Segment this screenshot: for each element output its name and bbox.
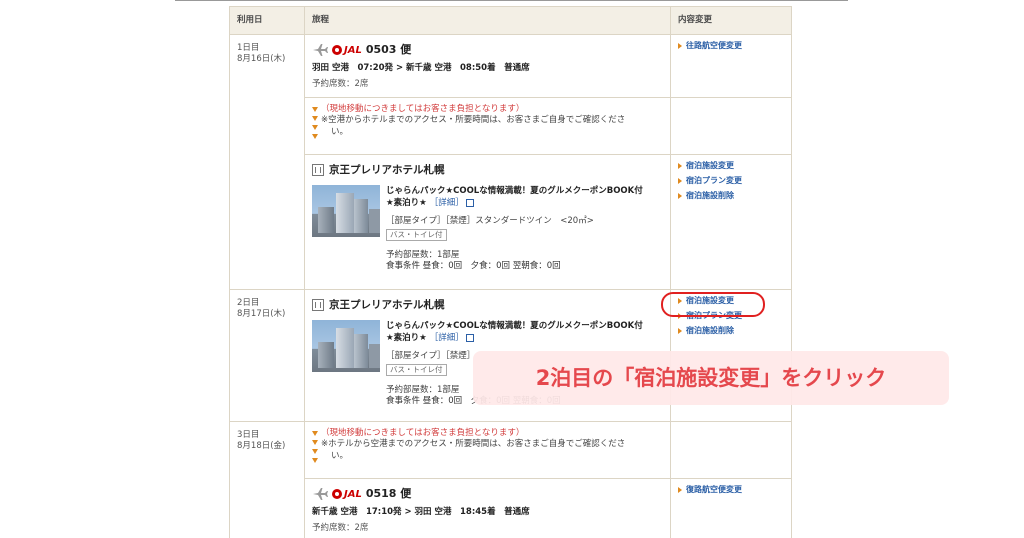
highlight-ring [661,292,765,317]
delete-hotel-link[interactable]: 宿泊施設削除 [678,191,784,202]
external-link-icon[interactable] [465,198,474,207]
flight-number: 0503 便 [365,43,412,56]
notice-line2: ※空港からホテルまでのアクセス・所要時間は、お客さまご自身でご確認くださ [321,115,626,126]
flight-seats: 予約席数：2席 [312,523,369,534]
day-date: 8月17日(木) [237,309,286,320]
flight-outbound-actions: 往路航空便変更 [670,34,792,98]
hotel-name: 京王プレリアホテル札幌 [329,299,445,311]
change-outbound-flight-link[interactable]: 往路航空便変更 [678,41,784,52]
plan-name: じゃらんパック★COOLな情報満載！夏のグルメクーポンBOOK付 ★素泊り★ ［詳… [386,321,643,344]
hotel-night1: 京王プレリアホテル札幌 じゃらんパック★COOLな情報満載！夏のグルメクーポンB… [304,154,671,290]
plan-name: じゃらんパック★COOLな情報満載！夏のグルメクーポンBOOK付 ★素泊り★ ［詳… [386,186,643,209]
day1-cell: 1日目 8月16日(木) [229,34,305,290]
flight-seats: 予約席数：2席 [312,79,369,90]
header-itinerary: 旅程 [304,6,671,35]
warning-triangles [312,104,318,139]
change-return-flight-link[interactable]: 復路航空便変更 [678,485,784,496]
external-link-icon[interactable] [465,333,474,342]
warning-triangles [312,428,318,463]
hotel-photo [312,320,380,373]
hotel-name: 京王プレリアホテル札幌 [329,164,445,176]
notice-line1: （現地移動につきましてはお客さま負担となります） [321,104,525,114]
flight-route: 新千歳 空港 17:10発 > 羽田 空港 18:45着 普通席 [312,506,530,517]
change-hotel-link[interactable]: 宿泊施設変更 [678,161,784,172]
notice-line3: い。 [331,126,349,137]
detail-link[interactable]: ［詳細］ [430,198,464,208]
day-label: 2日目 [237,298,260,308]
day3-cell: 3日目 8月18日(金) [229,421,305,538]
airplane-icon [313,488,328,501]
building-icon [312,164,324,177]
flight-route: 羽田 空港 07:20発 > 新千歳 空港 08:50着 普通席 [312,62,530,73]
room-count: 予約部屋数：1部屋 [386,249,460,260]
flight-outbound: JAL 0503 便 羽田 空港 07:20発 > 新千歳 空港 08:50着 … [304,34,671,98]
transfer-notice: （現地移動につきましてはお客さま負担となります） ※ホテルから空港までのアクセス… [304,421,671,479]
notice-line3: い。 [331,450,349,461]
top-rule [175,0,848,1]
meal-conditions: 食事条件 昼食：0回 夕食：0回 翌朝食：0回 [386,261,561,272]
notice-line2: ※ホテルから空港までのアクセス・所要時間は、お客さまご自身でご確認くださ [321,439,626,450]
instruction-callout: 2泊目の「宿泊施設変更」をクリック [473,351,949,405]
transfer-notice: （現地移動につきましてはお客さま負担となります） ※空港からホテルまでのアクセス… [304,97,671,155]
day-label: 3日目 [237,430,260,440]
day-label: 1日目 [237,43,260,53]
header-change: 内容変更 [670,6,792,35]
bath-badge: バス・トイレ付 [386,364,447,377]
hotel-night1-actions: 宿泊施設変更 宿泊プラン変更 宿泊施設削除 [670,154,792,290]
header-date: 利用日 [229,6,305,35]
building-icon [312,299,324,312]
jal-logo: JAL [332,44,362,58]
bath-badge: バス・トイレ付 [386,229,447,242]
day-date: 8月18日(金) [237,441,286,452]
day2-cell: 2日目 8月17日(木) [229,289,305,422]
change-plan-link[interactable]: 宿泊プラン変更 [678,176,784,187]
hotel-photo [312,185,380,238]
detail-link[interactable]: ［詳細］ [430,333,464,343]
flight-number: 0518 便 [365,487,412,500]
flight-return: JAL 0518 便 新千歳 空港 17:10発 > 羽田 空港 18:45着 … [304,478,671,538]
room-type: ［部屋タイプ］［禁煙］スタンダードツイン <20㎡> [386,215,594,226]
jal-logo: JAL [332,488,362,502]
delete-hotel-link-night2[interactable]: 宿泊施設削除 [678,326,784,337]
day-date: 8月16日(木) [237,54,286,65]
flight-return-actions: 復路航空便変更 [670,478,792,538]
notice-line1: （現地移動につきましてはお客さま負担となります） [321,428,525,438]
airplane-icon [313,44,328,57]
itinerary-table: 利用日 旅程 内容変更 1日目 8月16日(木) JAL 0503 便 羽田 空… [229,6,792,538]
